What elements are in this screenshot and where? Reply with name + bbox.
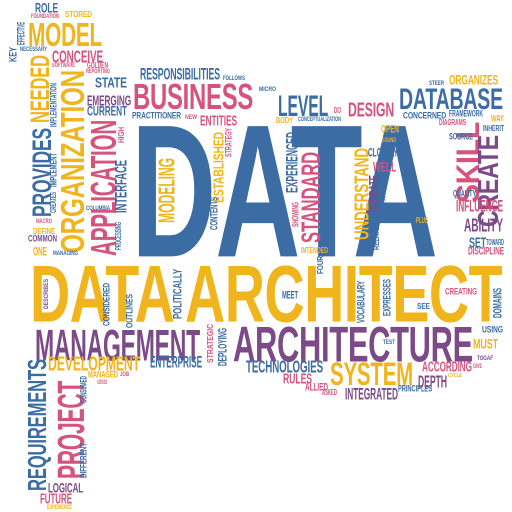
cloud-word-knowledge: KNOWLEDGE (377, 174, 388, 215)
cloud-word-modeling: MODELING (153, 158, 180, 223)
cloud-word-give: GIVE (473, 361, 482, 370)
cloud-word-managing: MANAGING (53, 248, 78, 257)
cloud-word-deploying: DEPLOYING (215, 328, 230, 366)
cloud-word-job: JOB (120, 369, 129, 378)
cloud-word-inherit: INHERIT (483, 123, 504, 133)
cloud-word-different: DIFFERENT (78, 442, 89, 478)
cloud-word-key: KEY (6, 47, 20, 62)
cloud-word-steer: STEER (429, 78, 445, 87)
cloud-word-ability: ABILITY (464, 214, 503, 236)
cloud-word-expresses: EXPRESSES (380, 279, 394, 316)
cloud-word-meet: MEET (282, 288, 298, 302)
cloud-word-closely: CLOSELY (368, 145, 399, 160)
cloud-word-sound: SOUND (382, 135, 397, 144)
cloud-word-consumed: CONSUMED (78, 375, 89, 403)
cloud-word-plus: PLUS (416, 215, 428, 225)
cloud-word-considered: CONSIDERED (101, 283, 112, 326)
cloud-word-conceptualization: CONCEPTUALIZATION (298, 114, 341, 123)
cloud-word-togaf: TOGAF (477, 353, 494, 362)
cloud-word-processing: PROCESSING (113, 222, 123, 250)
cloud-word-strategic: STRATEGIC (205, 323, 215, 363)
cloud-word-open: OPEN (381, 122, 400, 136)
cloud-word-design: DESIGN (348, 98, 395, 121)
cloud-word-database: DATABASE (399, 82, 503, 116)
cloud-word-using: USING (482, 324, 503, 335)
cloud-word-common: COMMON (28, 233, 57, 244)
cloud-word-follows: FOLLOWS (223, 73, 245, 82)
cloud-word-micro: MICRO (259, 84, 277, 93)
cloud-word-practitioner: PRACTITIONER (132, 110, 181, 121)
cloud-word-test: TEST (383, 337, 395, 346)
cloud-word-current: CURRENT (87, 103, 127, 119)
cloud-word-model: MODEL (28, 15, 103, 54)
cloud-word-organization: ORGANIZATION (53, 70, 92, 253)
cloud-word-contents: CONTENTS (207, 197, 221, 230)
cloud-word-implement: IMPLEMENT (48, 153, 59, 187)
cloud-word-across: ACROSS (97, 377, 107, 386)
cloud-word-high: HIGH (116, 127, 126, 143)
cloud-word-do: DO (334, 105, 341, 115)
cloud-word-organizes: ORGANIZES (449, 72, 499, 88)
cloud-word-interface: INTERFACE (111, 160, 131, 213)
cloud-word-implementation: IMPLEMENTATION (48, 82, 59, 127)
cloud-word-four: FOUR (315, 255, 325, 274)
cloud-word-integrated: INTEGRATED (345, 384, 398, 404)
cloud-word-cycle: CYCLE (448, 371, 462, 379)
cloud-word-responsibilities: RESPONSIBILITIES (140, 64, 220, 84)
cloud-word-macro: MACRO (36, 216, 52, 225)
cloud-word-according: ACCORDING (422, 358, 472, 375)
cloud-word-creating: CREATING (445, 286, 477, 297)
cloud-word-creates: CREATES (48, 191, 58, 213)
cloud-word-see: SEE (417, 301, 431, 311)
cloud-word-foundation: FOUNDATION (31, 11, 60, 20)
cloud-word-requirements: REQUIREMENTS (23, 359, 52, 491)
cloud-word-intended: INTENDED (301, 245, 329, 255)
cloud-word-must: MUST (473, 336, 499, 352)
cloud-word-principles: PRINCIPLES (398, 383, 433, 394)
cloud-word-experience: EXPERIENCE (47, 502, 72, 511)
cloud-word-needed: NEEDED (24, 55, 56, 123)
cloud-word-new: NEW (185, 112, 198, 121)
cloud-word-one: ONE (33, 244, 47, 259)
cloud-word-effective: EFFECTIVE (14, 21, 28, 45)
cloud-word-outlines: OUTLINES (124, 294, 135, 328)
cloud-word-state: STATE (95, 74, 127, 91)
cloud-word-showing: SHOWING (290, 202, 301, 227)
cloud-word-asked: ASKED (322, 387, 338, 397)
cloud-word-necessary: NECESSARY (20, 44, 47, 53)
word-cloud: DATA DATA ARCHITECT ARCHITECTURE MANAGEM… (0, 0, 512, 512)
cloud-word-enterprise: ENTERPRISE (150, 352, 203, 372)
cloud-word-vocabulary: VOCABULARY (354, 281, 368, 323)
cloud-word-quality: QUALITY (453, 188, 476, 199)
cloud-word-strategy: STRATEGY (223, 127, 234, 157)
cloud-word-related: RELATED (371, 222, 381, 250)
cloud-word-reporting: REPORTING (86, 66, 111, 75)
cloud-word-level: LEVEL (278, 89, 329, 123)
cloud-word-describes: DESCRIBES (41, 278, 50, 309)
cloud-word-influence: INFLUENCE (456, 196, 504, 216)
cloud-word-diagrams: DIAGRAMS (439, 117, 467, 127)
cloud-word-source: SOURCE (449, 131, 473, 142)
cloud-word-way: WAY (491, 113, 504, 124)
cloud-word-discipline: DISCIPLINE (468, 244, 505, 258)
cloud-word-politically: POLITICALLY (170, 268, 185, 319)
cloud-word-stored: STORED (65, 9, 92, 19)
cloud-word-business: BUSINESS (133, 76, 254, 117)
cloud-word-body: BODY (276, 115, 293, 125)
cloud-word-domains: DOMAINS (490, 287, 505, 318)
cloud-word-columbia: COLUMBIA (86, 203, 110, 212)
cloud-word-software: SOFTWARE (52, 60, 75, 69)
cloud-word-entities: ENTITIES (200, 112, 238, 129)
cloud-word-experienced: EXPERIENCED (282, 132, 302, 193)
cloud-word-well: WELL (373, 159, 397, 175)
cloud-word-standard: STANDARD (295, 152, 327, 243)
cloud-word-framework: FRAMEWORK (449, 108, 484, 119)
